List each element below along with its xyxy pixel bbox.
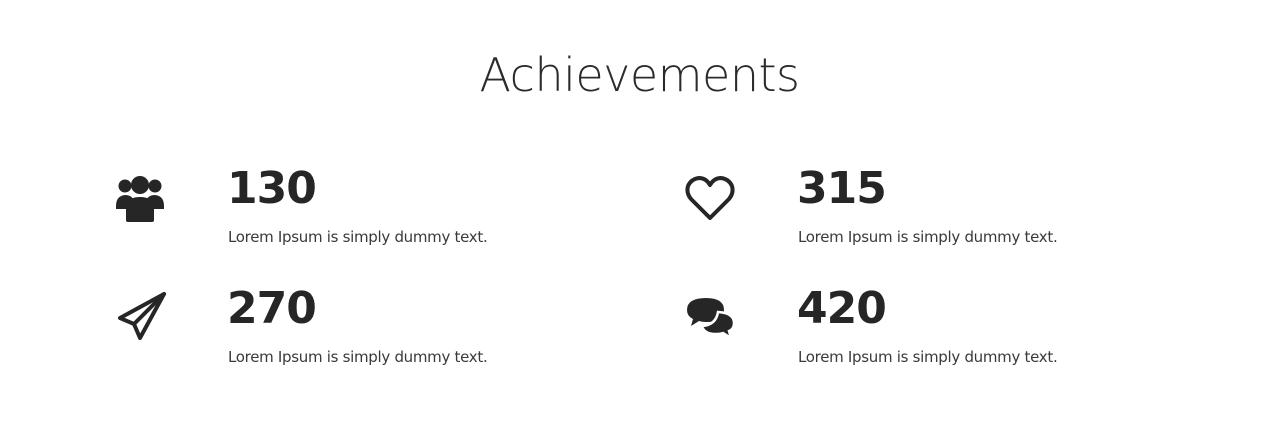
comments-icon	[682, 290, 738, 346]
users-icon	[112, 168, 168, 224]
achievement-description: Lorem Ipsum is simply dummy text.	[798, 348, 1058, 366]
paper-plane-icon	[114, 288, 170, 344]
heart-icon	[682, 170, 738, 226]
achievement-number: 420	[797, 283, 887, 334]
achievement-number: 315	[797, 163, 887, 214]
achievement-item-paper-plane: 270 Lorem Ipsum is simply dummy text.	[112, 284, 592, 384]
achievement-description: Lorem Ipsum is simply dummy text.	[228, 228, 488, 246]
achievement-item-heart: 315 Lorem Ipsum is simply dummy text.	[682, 164, 1162, 264]
achievement-description: Lorem Ipsum is simply dummy text.	[798, 228, 1058, 246]
achievement-number: 270	[227, 283, 317, 334]
achievement-item-comments: 420 Lorem Ipsum is simply dummy text.	[682, 284, 1162, 384]
achievement-description: Lorem Ipsum is simply dummy text.	[228, 348, 488, 366]
achievement-number: 130	[227, 163, 317, 214]
achievement-item-users: 130 Lorem Ipsum is simply dummy text.	[112, 164, 592, 264]
section-title: Achievements	[479, 48, 800, 102]
achievements-section: Achievements 130 Lorem Ipsum is simply d…	[0, 0, 1279, 427]
